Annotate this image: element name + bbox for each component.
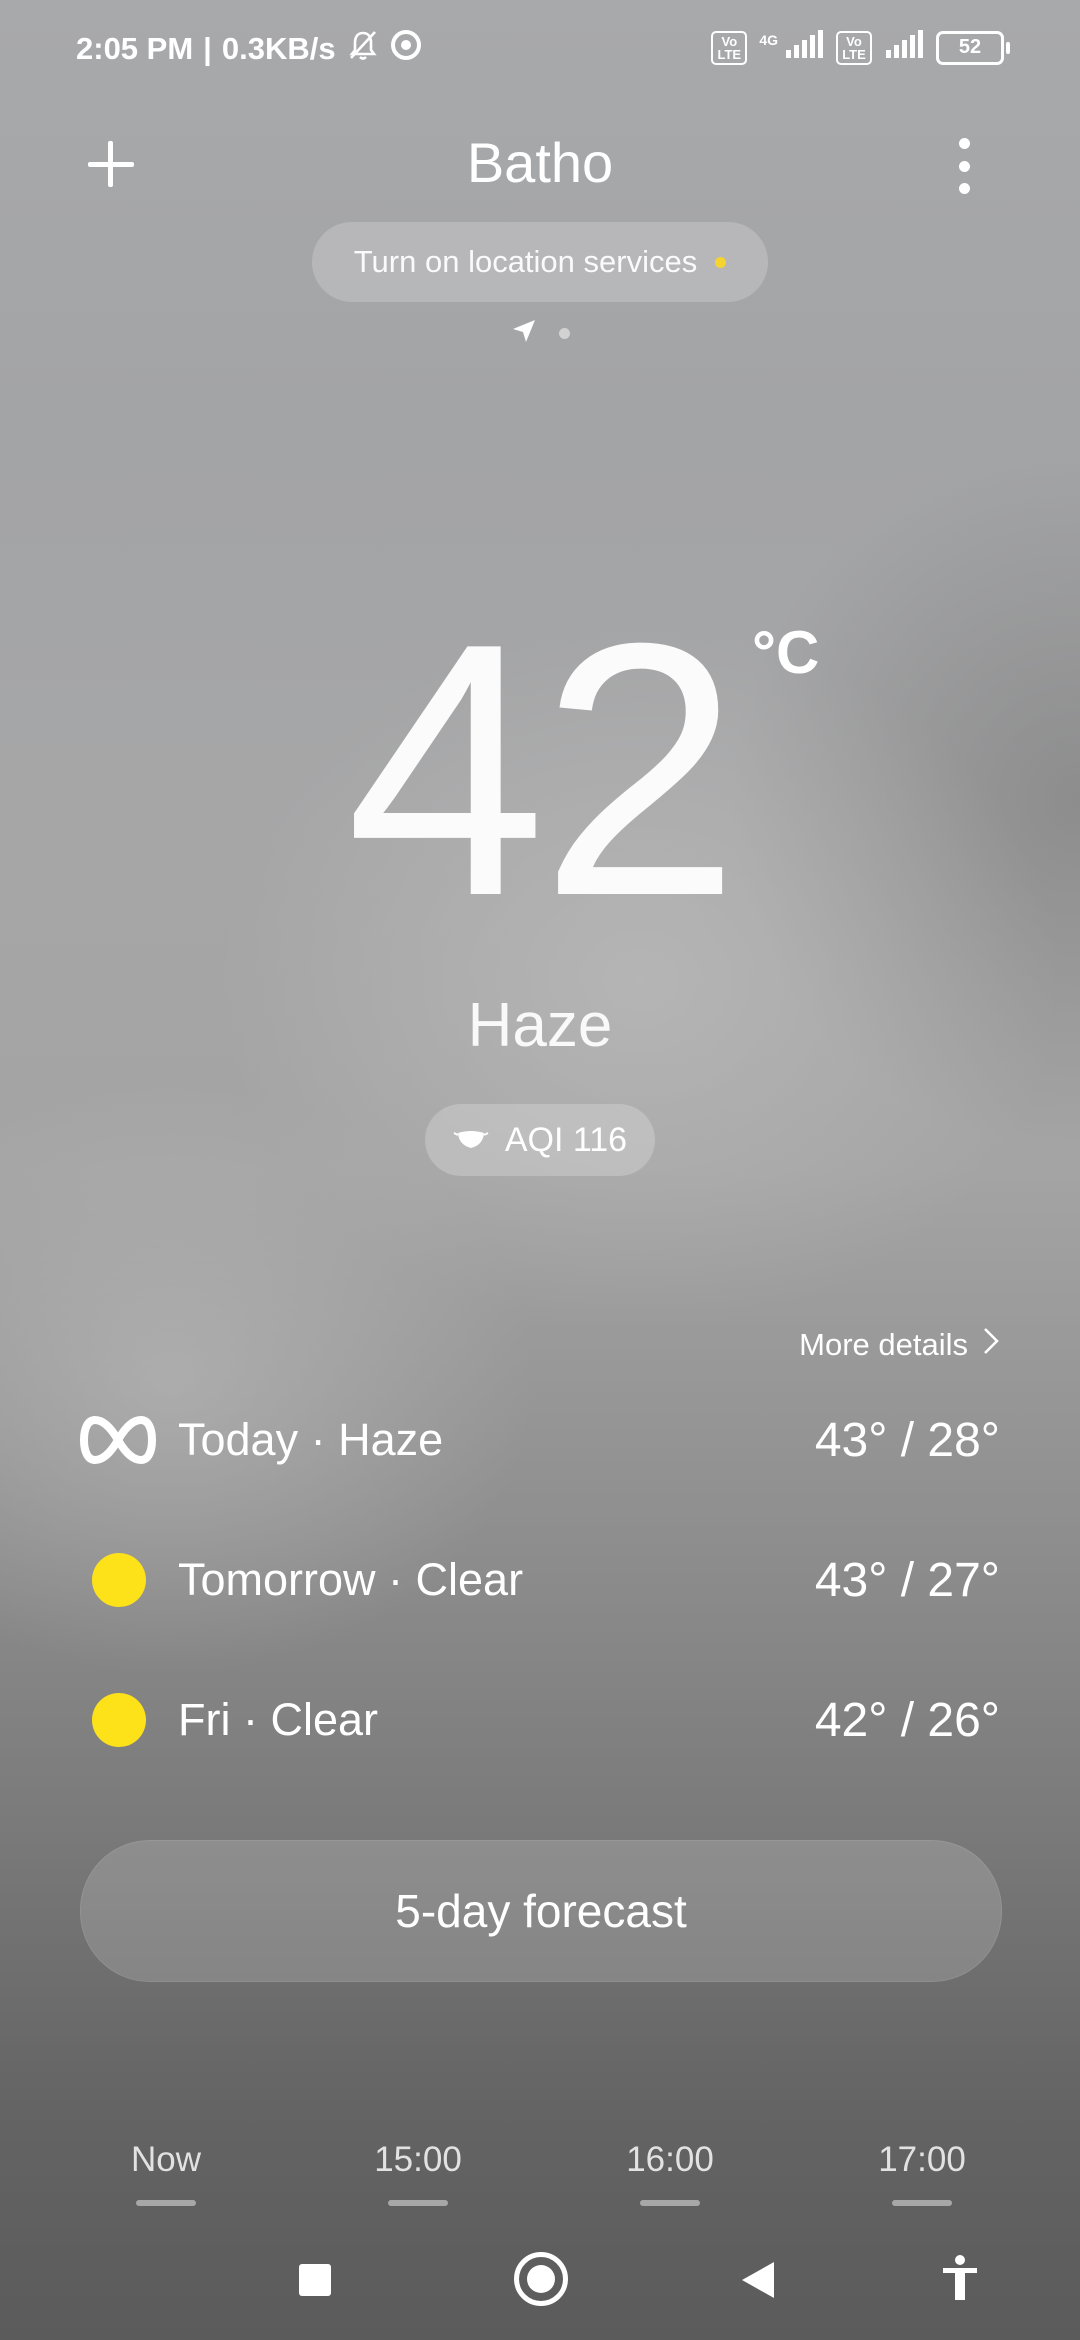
forecast-row-tomorrow[interactable]: Tomorrow · Clear 43° / 27° <box>80 1540 1000 1620</box>
status-left: 2:05 PM | 0.3KB/s <box>76 28 422 70</box>
navigation-arrow-icon <box>511 318 537 349</box>
chrome-icon <box>390 29 422 69</box>
system-navigation-bar <box>0 2228 1080 2340</box>
mask-icon <box>453 1121 489 1160</box>
page-dot <box>558 328 570 339</box>
home-button[interactable] <box>514 2252 568 2306</box>
status-right: Vo LTE 4G Vo LTE 52 <box>711 30 1010 65</box>
more-details-label: More details <box>799 1327 968 1362</box>
network-speed: 0.3KB/s <box>221 31 336 66</box>
signal-icon <box>784 30 824 65</box>
weather-screen: 2:05 PM | 0.3KB/s Vo LTE 4G Vo LTE 52 Ba… <box>0 0 1080 2340</box>
forecast-row-fri[interactable]: Fri · Clear 42° / 26° <box>80 1680 1000 1760</box>
hourly-value-peek <box>136 2200 196 2206</box>
aqi-badge[interactable]: AQI 116 <box>425 1104 655 1176</box>
battery-icon: 52 <box>936 30 1010 65</box>
mute-bell-icon <box>346 28 380 70</box>
hourly-strip[interactable]: Now 15:00 16:00 17:00 <box>0 2140 1080 2200</box>
hour-label: Now <box>130 2140 202 2179</box>
home-inner <box>527 2265 555 2293</box>
forecast-day-label: Today · Haze <box>178 1414 444 1465</box>
network-type: 4G <box>759 31 778 48</box>
location-alert-dot <box>715 256 727 268</box>
more-dot <box>958 183 970 194</box>
forecast-temp-range: 43° / 28° <box>814 1413 1000 1467</box>
hour-label: 15:00 <box>374 2140 462 2179</box>
aqi-label: AQI 116 <box>504 1120 628 1159</box>
sun-dot <box>92 1693 146 1747</box>
more-options-button[interactable] <box>950 138 978 194</box>
chevron-right-icon <box>982 1326 1000 1364</box>
location-services-prompt[interactable]: Turn on location services <box>312 222 768 302</box>
volte-badge-1: Vo LTE <box>711 30 748 65</box>
hourly-value-peek <box>892 2200 952 2206</box>
five-day-forecast-button[interactable]: 5-day forecast <box>80 1840 1002 1982</box>
more-dot <box>958 160 970 172</box>
forecast-temp-range: 42° / 26° <box>814 1693 1000 1747</box>
battery-level: 52 <box>958 36 982 58</box>
current-condition: Haze <box>467 991 613 1060</box>
city-title: Batho <box>466 131 614 194</box>
recents-button[interactable] <box>299 2264 331 2296</box>
hour-label: 16:00 <box>626 2140 714 2179</box>
accessibility-icon[interactable] <box>940 2254 980 2307</box>
forecast-day-label: Fri · Clear <box>178 1694 378 1745</box>
status-time: 2:05 PM <box>76 31 194 66</box>
hour-label: 17:00 <box>878 2140 966 2179</box>
more-dot <box>958 138 970 149</box>
sun-icon <box>80 1540 160 1620</box>
status-bar: 2:05 PM | 0.3KB/s Vo LTE 4G Vo LTE 52 <box>0 0 1080 96</box>
more-details-link[interactable]: More details <box>799 1326 1000 1364</box>
status-separator: | <box>203 31 212 66</box>
hourly-value-peek <box>388 2200 448 2206</box>
forecast-temp-range: 43° / 27° <box>814 1553 1000 1607</box>
temperature-unit: °C <box>752 619 820 686</box>
location-prompt-label: Turn on location services <box>353 244 698 279</box>
forecast-row-today[interactable]: Today · Haze 43° / 28° <box>80 1400 1000 1480</box>
hourly-value-peek <box>640 2200 700 2206</box>
signal-icon-2 <box>884 30 924 65</box>
five-day-forecast-label: 5-day forecast <box>395 1885 687 1937</box>
volte-badge-2: Vo LTE <box>836 30 872 65</box>
sun-dot <box>92 1553 146 1607</box>
sun-icon <box>80 1680 160 1760</box>
forecast-day-label: Tomorrow · Clear <box>178 1554 524 1605</box>
haze-icon <box>80 1400 160 1480</box>
current-temperature: 42 <box>345 569 740 971</box>
page-indicator <box>0 318 1080 349</box>
back-button[interactable] <box>740 2260 776 2305</box>
